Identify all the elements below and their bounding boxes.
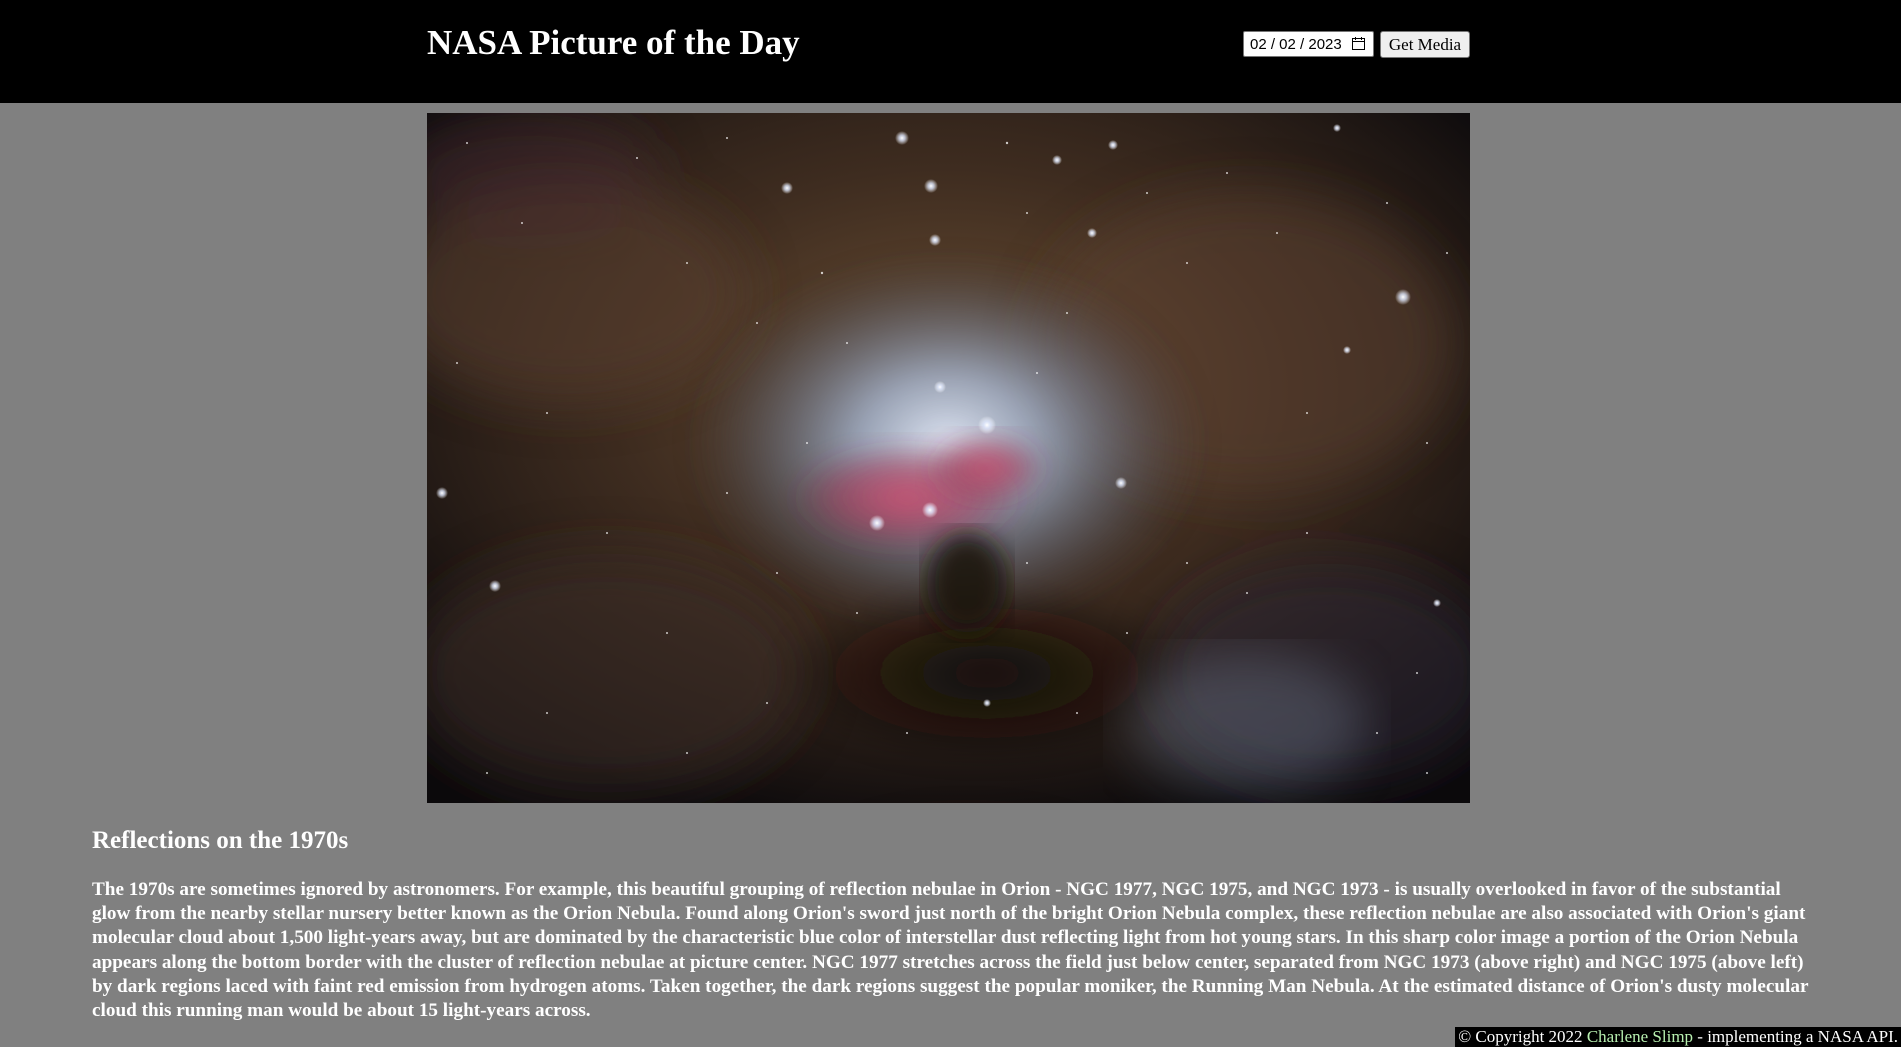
author-link[interactable]: Charlene Slimp (1587, 1027, 1693, 1046)
footer-prefix: © Copyright 2022 (1458, 1027, 1587, 1046)
date-input[interactable]: 02 / 02 / 2023 (1243, 31, 1374, 57)
image-explanation: The 1970s are sometimes ignored by astro… (92, 879, 1809, 1022)
image-title: Reflections on the 1970s (92, 827, 349, 854)
page-title: NASA Picture of the Day (427, 23, 800, 62)
get-media-button[interactable]: Get Media (1380, 31, 1470, 58)
date-value[interactable]: 02 / 02 / 2023 (1250, 36, 1342, 53)
calendar-icon[interactable] (1352, 37, 1365, 50)
apod-image (427, 113, 1470, 803)
page-header: NASA Picture of the Day 02 / 02 / 2023 G… (0, 0, 1901, 103)
footer-suffix: - implementing a NASA API. (1693, 1027, 1898, 1046)
footer: © Copyright 2022 Charlene Slimp - implem… (1455, 1027, 1901, 1047)
